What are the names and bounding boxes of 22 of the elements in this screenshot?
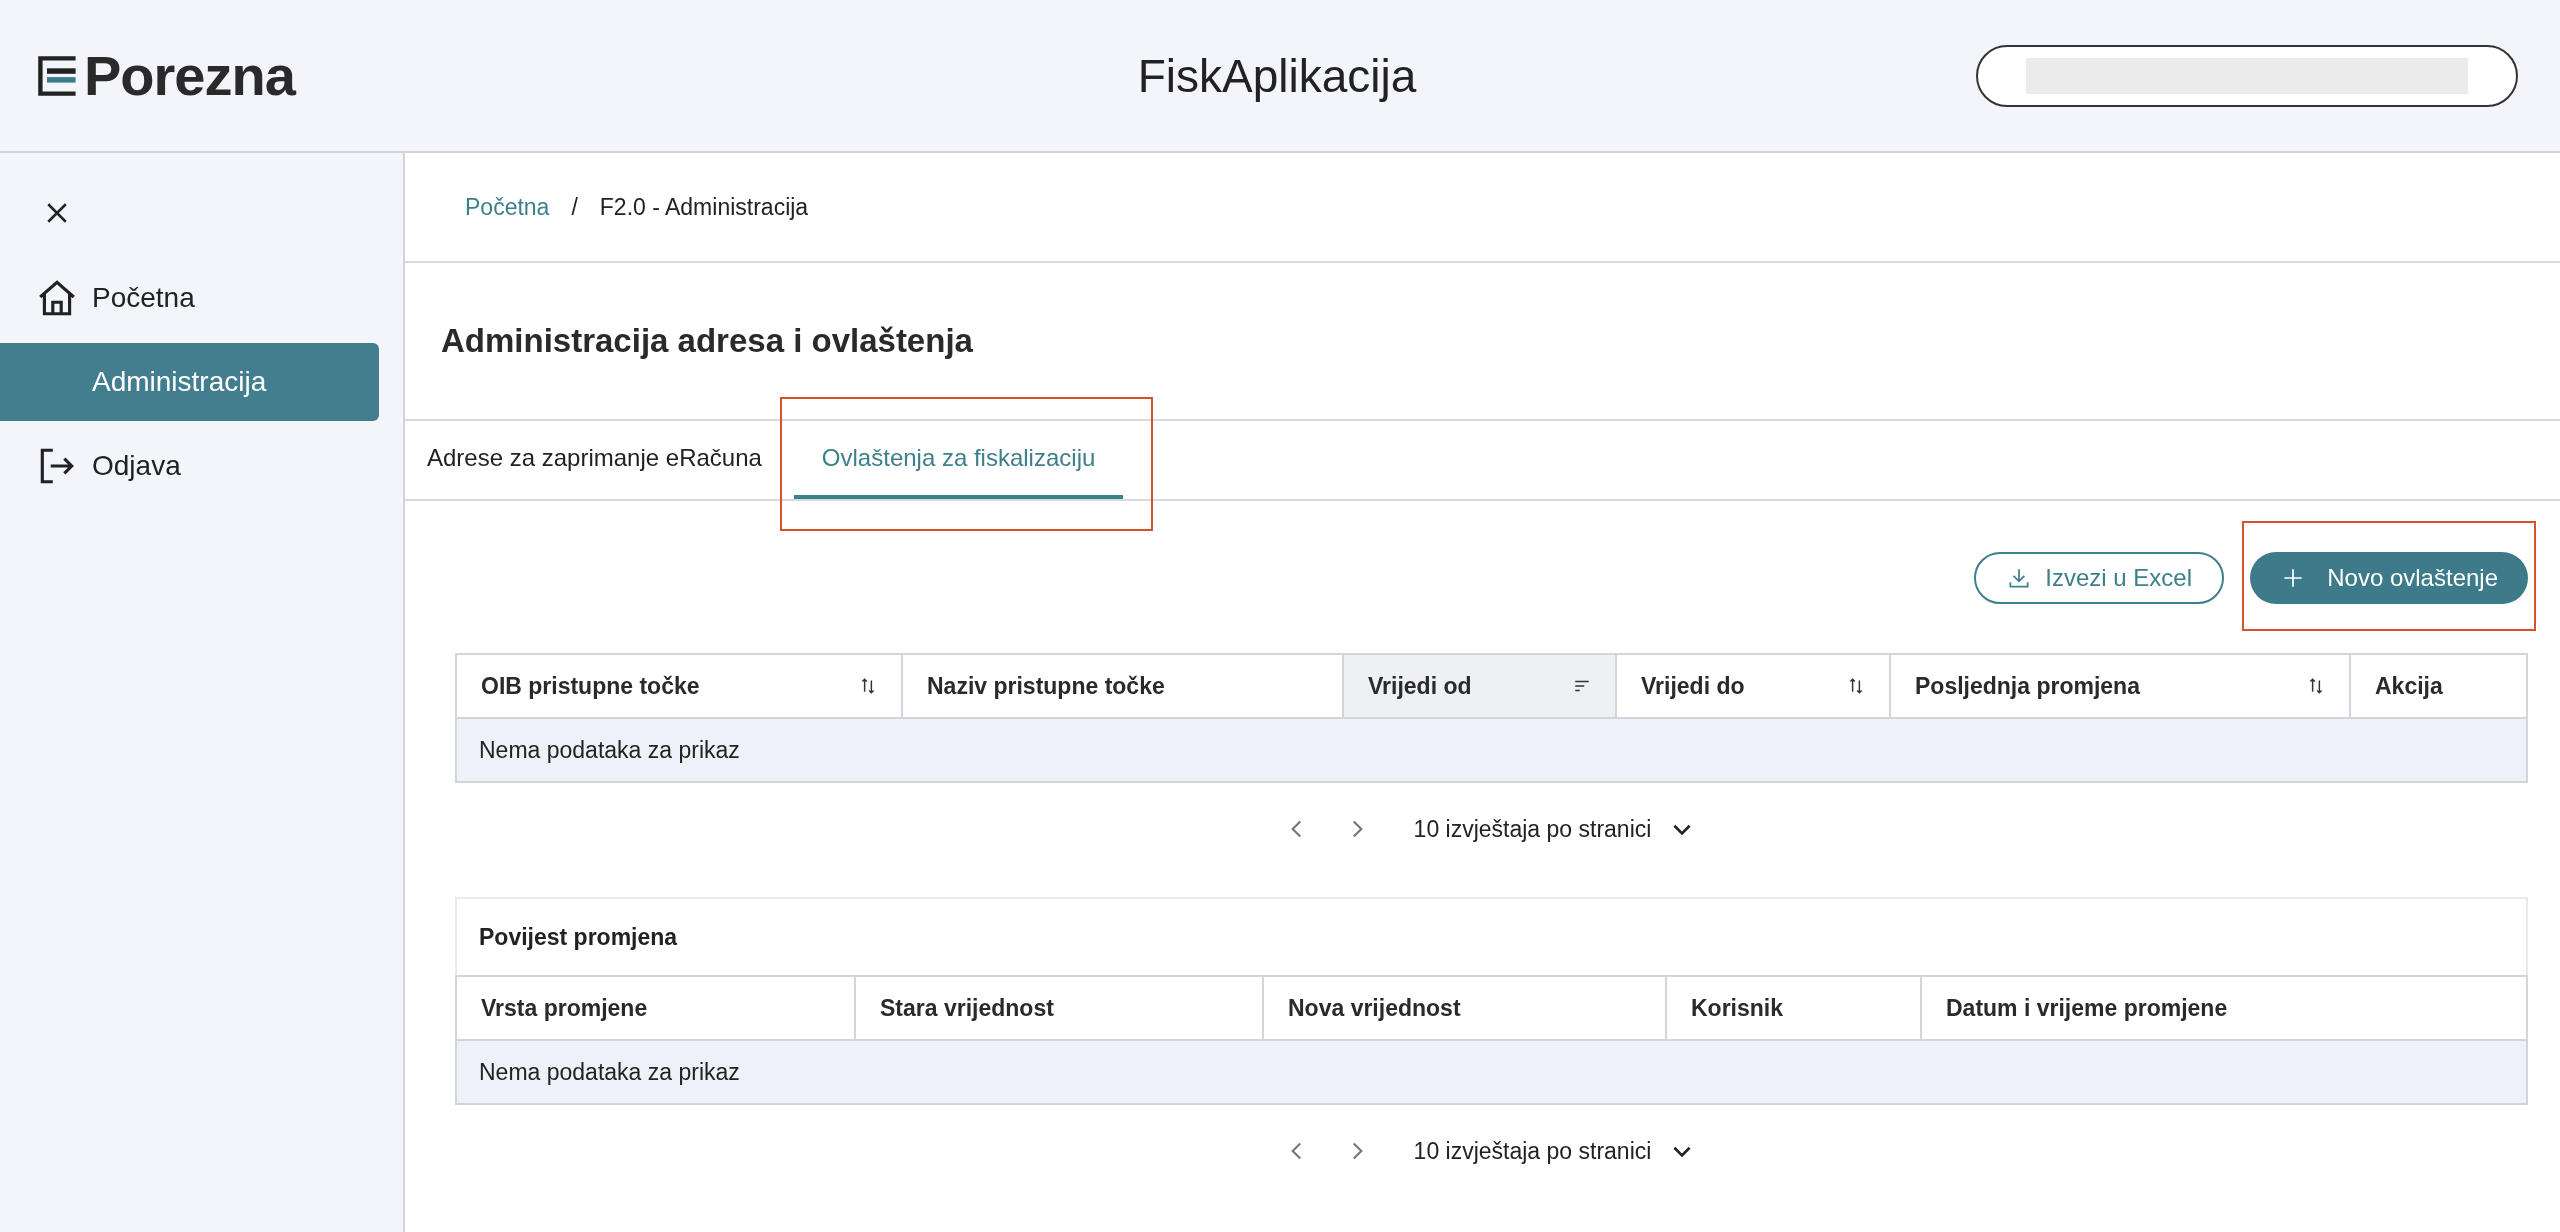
sort-icon <box>1847 677 1865 695</box>
tab[interactable]: Adrese za zaprimanje eRačuna <box>405 421 784 499</box>
export-button[interactable]: Izvezi u Excel <box>1974 552 2224 604</box>
empty-row: Nema podataka za prikaz <box>457 717 2526 781</box>
column-header[interactable]: Vrijedi od <box>1344 655 1617 717</box>
tab[interactable]: Ovlaštenja za fiskalizaciju <box>793 421 1124 499</box>
sort-icon <box>2307 677 2325 695</box>
logo-text: Porezna <box>84 43 295 108</box>
sidebar-item[interactable]: Administracija <box>0 343 379 421</box>
breadcrumb-current: F2.0 - Administracija <box>599 193 809 221</box>
new-authorization-button[interactable]: Novo ovlaštenje <box>2250 552 2528 604</box>
app-title: FiskAplikacija <box>1137 48 1417 103</box>
sidebar-item[interactable]: Odjava <box>0 427 379 505</box>
empty-row: Nema podataka za prikaz <box>457 1039 2526 1103</box>
page-size-dropdown[interactable]: 10 izvještaja po stranici <box>1407 1136 1702 1166</box>
sidebar-item[interactable]: Početna <box>0 259 379 337</box>
breadcrumb-link[interactable]: Početna <box>465 193 550 221</box>
page-size-dropdown[interactable]: 10 izvještaja po stranici <box>1407 814 1702 844</box>
sort-icon <box>859 677 877 695</box>
card-title: Povijest promjena <box>478 922 679 952</box>
breadcrumb-separator: / <box>571 193 578 221</box>
page-title: Administracija adresa i ovlaštenja <box>405 263 2560 421</box>
